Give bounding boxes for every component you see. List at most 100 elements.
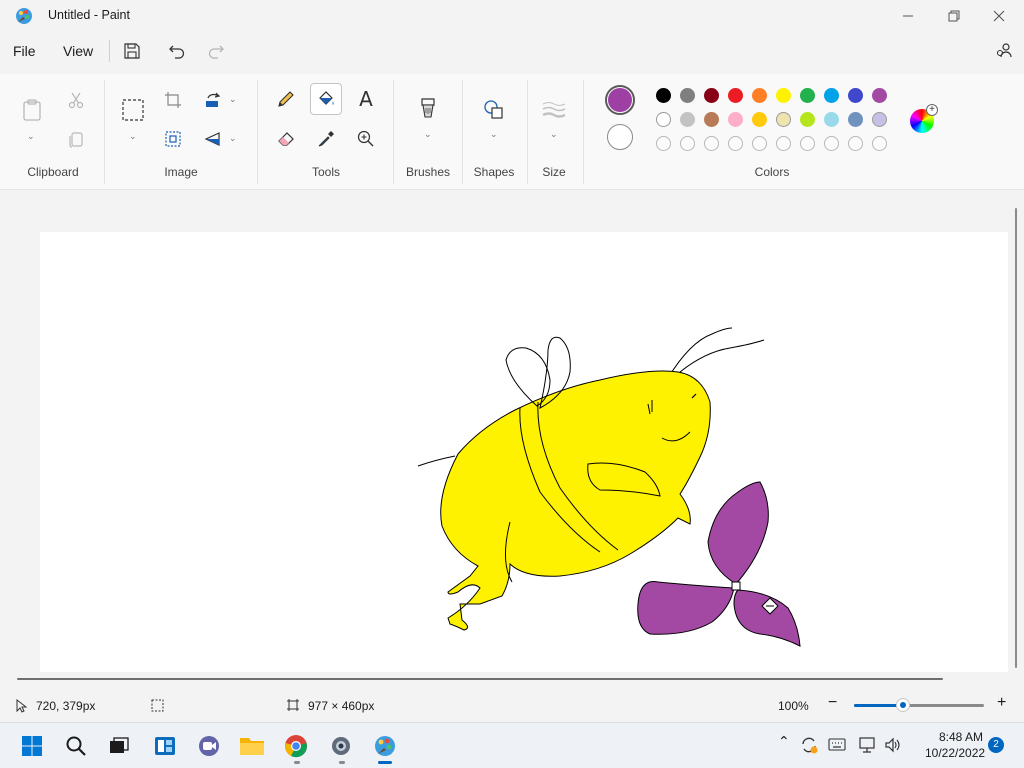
rotate-button[interactable] bbox=[197, 84, 229, 116]
view-menu[interactable]: View bbox=[63, 43, 93, 59]
select-button[interactable] bbox=[117, 94, 149, 126]
search-button[interactable] bbox=[61, 731, 91, 761]
resize-button[interactable] bbox=[157, 123, 189, 155]
custom-color-slot[interactable] bbox=[752, 136, 767, 151]
drawing-canvas[interactable] bbox=[40, 232, 1008, 672]
palette-swatch[interactable] bbox=[800, 88, 815, 103]
palette-swatch[interactable] bbox=[848, 88, 863, 103]
add-color-plus-icon[interactable]: + bbox=[926, 104, 938, 116]
task-view-button[interactable] bbox=[104, 731, 134, 761]
brushes-button[interactable] bbox=[412, 94, 444, 126]
color-2-selector[interactable] bbox=[607, 124, 633, 150]
search-icon bbox=[66, 736, 86, 756]
palette-swatch[interactable] bbox=[680, 88, 695, 103]
zoom-out-button[interactable]: − bbox=[828, 694, 837, 712]
flip-button[interactable] bbox=[197, 123, 229, 155]
widgets-button[interactable] bbox=[150, 731, 180, 761]
network-icon[interactable] bbox=[858, 736, 876, 754]
undo-button[interactable] bbox=[164, 38, 190, 64]
color-picker-button[interactable] bbox=[310, 123, 342, 155]
shapes-button[interactable] bbox=[478, 94, 510, 126]
zoom-in-button[interactable]: + bbox=[997, 694, 1006, 712]
account-settings-button[interactable] bbox=[991, 38, 1017, 64]
notification-badge[interactable]: 2 bbox=[988, 737, 1004, 753]
palette-swatch[interactable] bbox=[704, 112, 719, 127]
palette-swatch[interactable] bbox=[680, 112, 695, 127]
show-hidden-icons-chevron-icon[interactable]: ⌃ bbox=[778, 733, 790, 750]
copy-icon bbox=[69, 132, 83, 148]
restore-button[interactable] bbox=[931, 0, 977, 32]
custom-color-slot[interactable] bbox=[848, 136, 863, 151]
rotate-chevron-icon[interactable]: ⌄ bbox=[229, 94, 237, 105]
gear-icon bbox=[332, 737, 350, 755]
text-button[interactable]: A bbox=[350, 83, 382, 115]
copy-button[interactable] bbox=[60, 123, 92, 155]
zoom-slider[interactable] bbox=[854, 698, 984, 712]
minimize-button[interactable] bbox=[885, 0, 931, 32]
save-button[interactable] bbox=[119, 38, 145, 64]
cut-button[interactable] bbox=[60, 84, 92, 116]
palette-swatch[interactable] bbox=[752, 112, 767, 127]
chat-button[interactable] bbox=[194, 731, 224, 761]
horizontal-scrollbar[interactable] bbox=[17, 678, 943, 680]
teams-chat-icon bbox=[199, 736, 219, 756]
color-1-selector[interactable] bbox=[605, 85, 635, 115]
tools-group-label: Tools bbox=[311, 165, 340, 179]
custom-color-slot[interactable] bbox=[872, 136, 887, 151]
settings-button[interactable] bbox=[326, 731, 356, 761]
paint-taskbar-button[interactable] bbox=[370, 731, 400, 761]
flower-petal bbox=[637, 580, 735, 635]
fill-button[interactable] bbox=[310, 83, 342, 115]
custom-color-slot[interactable] bbox=[800, 136, 815, 151]
palette-swatch[interactable] bbox=[728, 88, 743, 103]
sync-icon[interactable] bbox=[799, 735, 819, 755]
select-chevron-icon[interactable]: ⌄ bbox=[129, 131, 137, 142]
palette-swatch[interactable] bbox=[800, 112, 815, 127]
pencil-button[interactable] bbox=[270, 83, 302, 115]
custom-color-slot[interactable] bbox=[704, 136, 719, 151]
palette-swatch[interactable] bbox=[824, 112, 839, 127]
palette-swatch[interactable] bbox=[776, 112, 791, 127]
custom-color-slot[interactable] bbox=[680, 136, 695, 151]
zoom-level[interactable]: 100% bbox=[778, 699, 809, 713]
close-button[interactable] bbox=[976, 0, 1022, 32]
palette-swatch[interactable] bbox=[776, 88, 791, 103]
custom-color-slot[interactable] bbox=[776, 136, 791, 151]
palette-swatch[interactable] bbox=[824, 88, 839, 103]
eraser-button[interactable] bbox=[270, 123, 302, 155]
palette-swatch[interactable] bbox=[872, 112, 887, 127]
magnifier-button[interactable] bbox=[350, 123, 382, 155]
custom-color-slot[interactable] bbox=[656, 136, 671, 151]
palette-swatch[interactable] bbox=[848, 112, 863, 127]
palette-swatch[interactable] bbox=[704, 88, 719, 103]
brushes-group-label: Brushes bbox=[405, 165, 451, 179]
drawing-artwork bbox=[417, 327, 801, 647]
paste-chevron-icon[interactable]: ⌄ bbox=[27, 131, 35, 142]
system-clock[interactable]: 8:48 AM 10/22/2022 bbox=[925, 729, 985, 761]
shapes-chevron-icon[interactable]: ⌄ bbox=[490, 129, 498, 140]
size-button[interactable] bbox=[538, 94, 570, 126]
palette-swatch[interactable] bbox=[728, 112, 743, 127]
paste-button[interactable] bbox=[16, 94, 48, 126]
vertical-scrollbar[interactable] bbox=[1015, 208, 1017, 668]
crop-icon bbox=[165, 92, 181, 108]
palette-swatch[interactable] bbox=[656, 88, 671, 103]
size-chevron-icon[interactable]: ⌄ bbox=[550, 129, 558, 140]
zoom-slider-thumb[interactable] bbox=[896, 698, 910, 712]
keyboard-icon[interactable] bbox=[828, 738, 846, 752]
flip-chevron-icon[interactable]: ⌄ bbox=[229, 133, 237, 144]
redo-button[interactable] bbox=[203, 38, 229, 64]
palette-swatch[interactable] bbox=[872, 88, 887, 103]
palette-swatch[interactable] bbox=[656, 112, 671, 127]
start-button[interactable] bbox=[17, 731, 47, 761]
file-explorer-button[interactable] bbox=[237, 731, 267, 761]
brushes-chevron-icon[interactable]: ⌄ bbox=[424, 129, 432, 140]
crop-button[interactable] bbox=[157, 84, 189, 116]
custom-color-slot[interactable] bbox=[728, 136, 743, 151]
chrome-button[interactable] bbox=[281, 731, 311, 761]
palette-swatch[interactable] bbox=[752, 88, 767, 103]
volume-icon[interactable] bbox=[884, 736, 902, 754]
file-menu[interactable]: File bbox=[13, 43, 36, 59]
flower-petal bbox=[733, 589, 801, 647]
custom-color-slot[interactable] bbox=[824, 136, 839, 151]
